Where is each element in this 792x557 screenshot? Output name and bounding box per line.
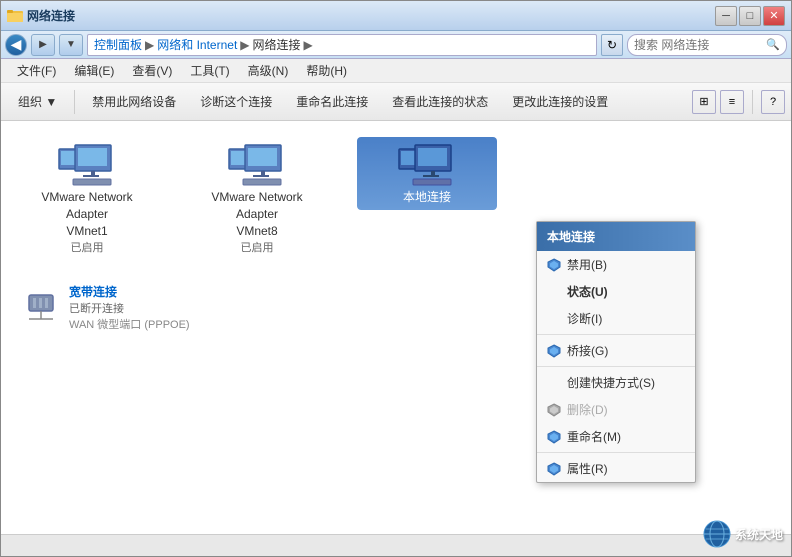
vmnet8-item[interactable]: VMware Network AdapterVMnet8 已启用 <box>187 137 327 259</box>
context-menu-status[interactable]: 状态(U) <box>537 278 695 305</box>
vmnet1-label: VMware Network AdapterVMnet1 <box>21 189 153 239</box>
view-toggle-button[interactable]: ⊞ <box>692 90 716 114</box>
toolbar-separator-2 <box>752 90 753 114</box>
menu-bar: 文件(F) 编辑(E) 查看(V) 工具(T) 高级(N) 帮助(H) <box>1 59 791 83</box>
menu-advanced[interactable]: 高级(N) <box>240 60 297 81</box>
broadband-info: 宽带连接 已断开连接 WAN 微型端口 (PPPOE) <box>69 283 190 332</box>
forward-button[interactable]: ▶ <box>31 34 55 56</box>
dropdown-button[interactable]: ▼ <box>59 34 83 56</box>
vmnet8-icon <box>227 141 287 189</box>
shield-icon-bridge <box>547 344 561 358</box>
context-menu-header: 本地连接 <box>537 222 695 251</box>
vmnet1-status: 已启用 <box>71 239 104 255</box>
search-icon: 🔍 <box>766 38 780 51</box>
context-menu-disable[interactable]: 禁用(B) <box>537 251 695 278</box>
broadband-name: 宽带连接 <box>69 283 190 300</box>
watermark: 系统天地 <box>703 520 783 548</box>
context-menu-bridge[interactable]: 桥接(G) <box>537 337 695 364</box>
context-menu-sep-3 <box>537 452 695 453</box>
breadcrumb-network[interactable]: 网络和 Internet <box>157 36 237 53</box>
shield-icon-delete-gray <box>547 403 561 417</box>
title-bar: 网络连接 ─ □ ✕ <box>1 1 791 31</box>
toolbar-separator-1 <box>74 90 75 114</box>
view-status-button[interactable]: 查看此连接的状态 <box>381 87 499 117</box>
diagnose-button[interactable]: 诊断这个连接 <box>189 87 283 117</box>
status-bar <box>1 534 791 556</box>
menu-tools[interactable]: 工具(T) <box>182 60 237 81</box>
disable-device-button[interactable]: 禁用此网络设备 <box>81 87 187 117</box>
close-button[interactable]: ✕ <box>763 6 785 26</box>
shield-icon-disable <box>547 258 561 272</box>
organize-button[interactable]: 组织 ▼ <box>7 87 68 117</box>
vmnet8-label: VMware Network AdapterVMnet8 <box>191 189 323 239</box>
shield-icon-rename <box>547 430 561 444</box>
context-menu-shortcut[interactable]: 创建快捷方式(S) <box>537 369 695 396</box>
folder-icon <box>7 8 23 24</box>
watermark-text: 系统天地 <box>735 526 783 543</box>
context-menu: 本地连接 禁用(B) 状态(U) 诊断(I) <box>536 221 696 483</box>
vmnet8-status: 已启用 <box>241 239 274 255</box>
address-bar: ◀ ▶ ▼ 控制面板 ▶ 网络和 Internet ▶ 网络连接 ▶ ↻ 🔍 <box>1 31 791 59</box>
vmnet1-icon <box>57 141 117 189</box>
window-title: 网络连接 <box>27 7 75 24</box>
minimize-button[interactable]: ─ <box>715 6 737 26</box>
breadcrumb-controlpanel[interactable]: 控制面板 <box>94 36 142 53</box>
shield-icon-properties <box>547 462 561 476</box>
local-connection-item[interactable]: 本地连接 <box>357 137 497 210</box>
change-settings-button[interactable]: 更改此连接的设置 <box>501 87 619 117</box>
globe-icon <box>703 520 731 548</box>
title-bar-left: 网络连接 <box>7 7 715 24</box>
back-button[interactable]: ◀ <box>5 34 27 56</box>
title-controls: ─ □ ✕ <box>715 6 785 26</box>
maximize-button[interactable]: □ <box>739 6 761 26</box>
search-input[interactable] <box>634 38 762 52</box>
menu-edit[interactable]: 编辑(E) <box>66 60 122 81</box>
vmnet1-item[interactable]: VMware Network AdapterVMnet1 已启用 <box>17 137 157 259</box>
list-view-button[interactable]: ≡ <box>720 90 744 114</box>
broadband-status: 已断开连接 <box>69 300 190 316</box>
context-menu-sep-2 <box>537 366 695 367</box>
breadcrumb-current[interactable]: 网络连接 <box>253 36 301 53</box>
local-connection-label: 本地连接 <box>403 189 451 206</box>
context-menu-delete[interactable]: 删除(D) <box>537 396 695 423</box>
help-button[interactable]: ? <box>761 90 785 114</box>
main-window: 网络连接 ─ □ ✕ ◀ ▶ ▼ 控制面板 ▶ 网络和 Internet ▶ 网… <box>0 0 792 557</box>
context-menu-rename[interactable]: 重命名(M) <box>537 423 695 450</box>
toolbar: 组织 ▼ 禁用此网络设备 诊断这个连接 重命名此连接 查看此连接的状态 更改此连… <box>1 83 791 121</box>
refresh-button[interactable]: ↻ <box>601 34 623 56</box>
main-content: VMware Network AdapterVMnet1 已启用 <box>1 121 791 534</box>
search-box[interactable]: 🔍 <box>627 34 787 56</box>
menu-help[interactable]: 帮助(H) <box>298 60 355 81</box>
broadband-icon <box>21 283 61 323</box>
menu-file[interactable]: 文件(F) <box>9 60 64 81</box>
context-menu-diagnose[interactable]: 诊断(I) <box>537 305 695 332</box>
address-path[interactable]: 控制面板 ▶ 网络和 Internet ▶ 网络连接 ▶ <box>87 34 597 56</box>
rename-button[interactable]: 重命名此连接 <box>285 87 379 117</box>
menu-view[interactable]: 查看(V) <box>124 60 180 81</box>
broadband-type: WAN 微型端口 (PPPOE) <box>69 316 190 332</box>
toolbar-right: ⊞ ≡ ? <box>692 90 785 114</box>
local-connection-icon <box>397 141 457 189</box>
context-menu-properties[interactable]: 属性(R) <box>537 455 695 482</box>
context-menu-sep-1 <box>537 334 695 335</box>
